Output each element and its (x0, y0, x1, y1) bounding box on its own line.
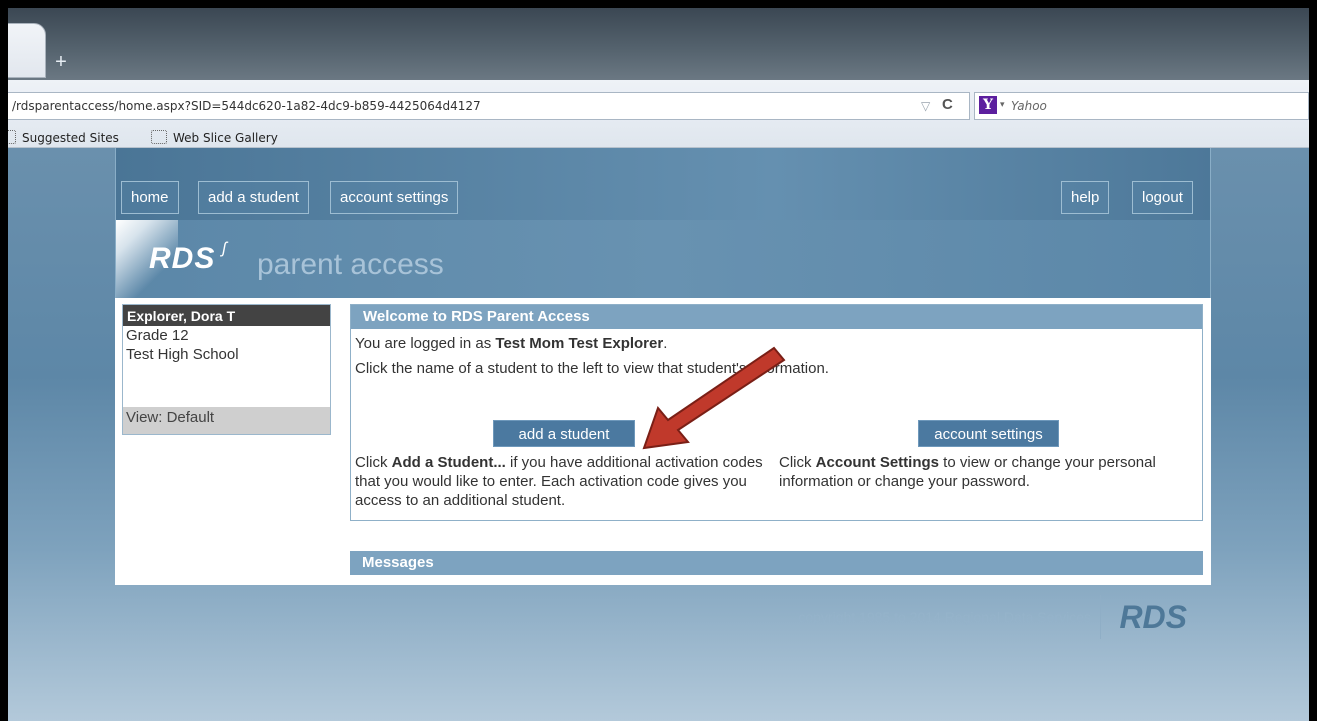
bookmark-web-slice-gallery[interactable]: Web Slice Gallery (151, 130, 278, 145)
student-card[interactable]: Explorer, Dora T Grade 12 Test High Scho… (122, 304, 331, 435)
acct-desc-bold: Account Settings (815, 454, 940, 471)
student-name[interactable]: Explorer, Dora T (123, 305, 330, 326)
rds-logo: RDS (149, 242, 216, 275)
nav-account-settings-button[interactable]: account settings (330, 181, 459, 214)
messages-heading: Messages (350, 551, 1203, 575)
logged-in-prefix: You are logged in as (355, 335, 496, 352)
welcome-panel: Welcome to RDS Parent Access You are log… (350, 304, 1203, 521)
favorites-bar: Suggested Sites Web Slice Gallery (8, 126, 1309, 148)
url-dropdown-icon[interactable]: ▽ (921, 99, 930, 113)
address-bar[interactable]: /rdsparentaccess/home.aspx?SID=544dc620-… (8, 92, 970, 120)
instruction-text: Click the name of a student to the left … (355, 360, 829, 377)
nav-home-button[interactable]: home (121, 181, 179, 214)
search-engine-dropdown-icon[interactable]: ▾ (1000, 99, 1005, 110)
student-grade: Grade 12 (126, 327, 189, 344)
logged-in-user: Test Mom Test Explorer (495, 335, 664, 352)
nav-add-student-button[interactable]: add a student (198, 181, 309, 214)
welcome-heading: Welcome to RDS Parent Access (351, 305, 1202, 329)
main-content: Explorer, Dora T Grade 12 Test High Scho… (115, 298, 1211, 585)
url-text[interactable]: /rdsparentaccess/home.aspx?SID=544dc620-… (12, 99, 481, 113)
reload-icon[interactable]: C (942, 96, 953, 113)
app-title: parent access (257, 248, 444, 281)
footer: copyright 1985 to 2014 Regional Data Ser… (115, 593, 1211, 653)
logged-in-text: You are logged in as Test Mom Test Explo… (351, 335, 671, 352)
top-navigation: home add a student account settings help… (115, 148, 1211, 220)
bookmark-label: Web Slice Gallery (173, 131, 278, 145)
copyright-text: copyright 1985 to 2014 Regional Data Ser… (798, 609, 1091, 625)
messages-section: Messages (350, 551, 1203, 576)
footer-rds-logo: RDS (1119, 599, 1187, 635)
nav-logout-button[interactable]: logout (1132, 181, 1193, 214)
active-tab[interactable] (8, 23, 46, 78)
bookmark-suggested-sites[interactable]: Suggested Sites (8, 130, 119, 145)
bookmark-icon (8, 130, 16, 144)
bookmark-label: Suggested Sites (22, 131, 119, 145)
page-viewport: home add a student account settings help… (8, 148, 1309, 721)
new-tab-icon[interactable]: + (50, 52, 72, 74)
logged-in-suffix: . (663, 335, 668, 352)
tab-strip: + (8, 8, 1309, 80)
account-settings-description: Click Account Settings to view or change… (779, 453, 1199, 491)
site-container: home add a student account settings help… (115, 148, 1211, 639)
student-view-selector[interactable]: View: Default (123, 407, 330, 434)
site-banner: RDS ʃ parent access (115, 220, 1211, 298)
web-slice-icon (151, 130, 167, 144)
browser-toolbar: /rdsparentaccess/home.aspx?SID=544dc620-… (8, 80, 1309, 148)
search-bar[interactable]: Y ▾ Yahoo (974, 92, 1309, 120)
account-settings-button[interactable]: account settings (918, 420, 1059, 447)
nav-help-button[interactable]: help (1061, 181, 1110, 214)
student-school: Test High School (126, 346, 239, 363)
add-desc-bold: Add a Student... (391, 454, 506, 471)
footer-divider (1100, 595, 1101, 639)
search-input[interactable]: Yahoo (1011, 99, 1047, 113)
add-desc-prefix: Click (355, 454, 392, 471)
yahoo-icon[interactable]: Y (979, 96, 997, 114)
browser-window: + /rdsparentaccess/home.aspx?SID=544dc62… (8, 8, 1309, 721)
acct-desc-prefix: Click (779, 454, 816, 471)
add-student-button[interactable]: add a student (493, 420, 635, 447)
logo-swoosh-icon: ʃ (222, 240, 227, 257)
add-student-description: Click Add a Student... if you have addit… (355, 453, 779, 510)
